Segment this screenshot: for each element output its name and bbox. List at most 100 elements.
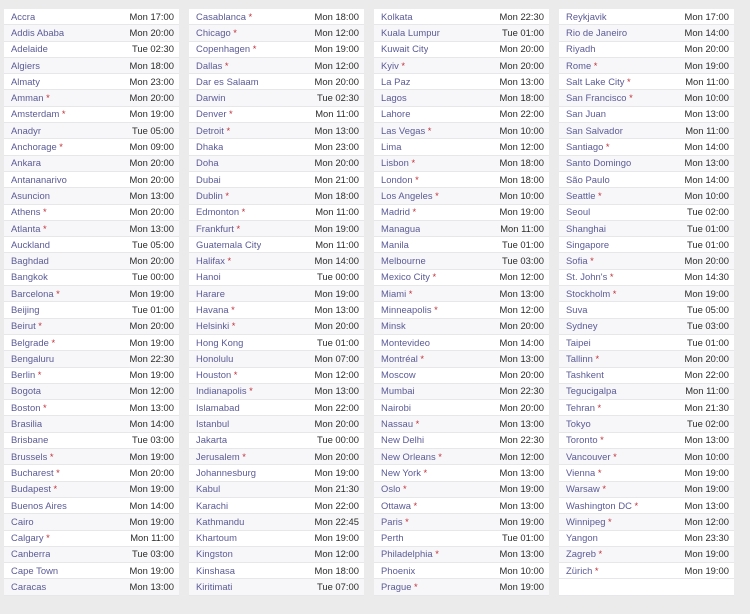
table-row[interactable]: Yangon Mon 23:30 — [559, 530, 734, 547]
table-row[interactable]: Las Vegas * Mon 10:00 — [374, 123, 549, 140]
city-link[interactable]: Budapest — [11, 482, 51, 497]
city-link[interactable]: Kyiv — [381, 58, 399, 73]
table-row[interactable]: Beirut * Mon 20:00 — [4, 318, 179, 335]
table-row[interactable]: New Delhi Mon 22:30 — [374, 432, 549, 450]
city-link[interactable]: Belgrade — [11, 335, 49, 350]
city-link[interactable]: Brasilia — [11, 416, 42, 431]
table-row[interactable]: Sofia * Mon 20:00 — [559, 253, 734, 270]
city-link[interactable]: Jakarta — [196, 433, 227, 448]
table-row[interactable]: Guatemala City Mon 11:00 — [189, 237, 364, 254]
city-link[interactable]: Philadelphia — [381, 547, 433, 562]
table-row[interactable]: Manila Tue 01:00 — [374, 237, 549, 254]
table-row[interactable]: Harare Mon 19:00 — [189, 286, 364, 303]
city-link[interactable]: Amman — [11, 90, 44, 105]
table-row[interactable]: Karachi Mon 22:00 — [189, 497, 364, 515]
city-link[interactable]: Lima — [381, 139, 402, 154]
city-link[interactable]: Warsaw — [566, 482, 600, 497]
city-link[interactable]: Cape Town — [11, 563, 58, 578]
table-row[interactable]: Kingston Mon 12:00 — [189, 546, 364, 564]
table-row[interactable]: San Juan Mon 13:00 — [559, 106, 734, 124]
city-link[interactable]: Lisbon — [381, 156, 409, 171]
table-row[interactable]: Lisbon * Mon 18:00 — [374, 155, 549, 172]
table-row[interactable]: Miami * Mon 13:00 — [374, 286, 549, 303]
city-link[interactable]: Honolulu — [196, 351, 233, 366]
city-link[interactable]: Shanghai — [566, 221, 606, 236]
city-link[interactable]: Tallinn — [566, 351, 593, 366]
table-row[interactable]: Kabul Mon 21:30 — [189, 481, 364, 498]
city-link[interactable]: Asuncion — [11, 188, 50, 203]
city-link[interactable]: Stockholm — [566, 286, 610, 301]
city-link[interactable]: Canberra — [11, 547, 50, 562]
city-link[interactable]: Kingston — [196, 547, 233, 562]
table-row[interactable]: Santiago * Mon 14:00 — [559, 139, 734, 156]
city-link[interactable]: Yangon — [566, 531, 598, 546]
city-link[interactable]: Dallas — [196, 58, 222, 73]
city-link[interactable]: Darwin — [196, 90, 225, 105]
city-link[interactable]: Washington DC — [566, 498, 632, 513]
city-link[interactable]: Montevideo — [381, 335, 430, 350]
city-link[interactable]: Managua — [381, 221, 420, 236]
city-link[interactable]: New York — [381, 465, 421, 480]
city-link[interactable]: Toronto — [566, 433, 598, 448]
table-row[interactable]: Detroit * Mon 13:00 — [189, 123, 364, 140]
city-link[interactable]: Zagreb — [566, 547, 596, 562]
city-link[interactable]: Beijing — [11, 302, 40, 317]
table-row[interactable]: Kyiv * Mon 20:00 — [374, 57, 549, 75]
table-row[interactable]: Reykjavik Mon 17:00 — [559, 9, 734, 26]
table-row[interactable]: Kuala Lumpur Tue 01:00 — [374, 25, 549, 42]
table-row[interactable]: Kiritimati Tue 07:00 — [189, 579, 364, 596]
city-link[interactable]: Doha — [196, 156, 219, 171]
city-link[interactable]: Taipei — [566, 335, 591, 350]
table-row[interactable]: Lagos Mon 18:00 — [374, 90, 549, 107]
table-row[interactable]: Caracas Mon 13:00 — [4, 579, 179, 596]
city-link[interactable]: Kabul — [196, 482, 220, 497]
city-link[interactable]: Mexico City — [381, 270, 430, 285]
city-link[interactable]: Accra — [11, 9, 35, 24]
table-row[interactable]: Moscow Mon 20:00 — [374, 367, 549, 384]
table-row[interactable]: Atlanta * Mon 13:00 — [4, 220, 179, 238]
table-row[interactable]: Jerusalem * Mon 20:00 — [189, 449, 364, 466]
city-link[interactable]: La Paz — [381, 74, 411, 89]
city-link[interactable]: Nairobi — [381, 400, 411, 415]
city-link[interactable]: Seattle — [566, 188, 596, 203]
city-link[interactable]: Auckland — [11, 237, 50, 252]
table-row[interactable]: Toronto * Mon 13:00 — [559, 432, 734, 450]
table-row[interactable]: Washington DC * Mon 13:00 — [559, 497, 734, 515]
table-row[interactable]: Honolulu Mon 07:00 — [189, 351, 364, 368]
city-link[interactable]: Caracas — [11, 579, 46, 594]
city-link[interactable]: Prague — [381, 579, 412, 594]
city-link[interactable]: Antananarivo — [11, 172, 67, 187]
city-link[interactable]: Guatemala City — [196, 237, 261, 252]
table-row[interactable]: Suva Tue 05:00 — [559, 302, 734, 319]
table-row[interactable]: Chicago * Mon 12:00 — [189, 25, 364, 42]
table-row[interactable]: Johannesburg Mon 19:00 — [189, 465, 364, 482]
table-row[interactable]: Canberra Tue 03:00 — [4, 546, 179, 564]
table-row[interactable]: Tallinn * Mon 20:00 — [559, 351, 734, 368]
table-row[interactable]: Algiers Mon 18:00 — [4, 57, 179, 75]
city-link[interactable]: Tokyo — [566, 416, 591, 431]
table-row[interactable]: Edmonton * Mon 11:00 — [189, 204, 364, 221]
table-row[interactable]: Shanghai Tue 01:00 — [559, 220, 734, 238]
table-row[interactable]: Stockholm * Mon 19:00 — [559, 286, 734, 303]
table-row[interactable]: Houston * Mon 12:00 — [189, 367, 364, 384]
table-row[interactable]: La Paz Mon 13:00 — [374, 74, 549, 91]
city-link[interactable]: Ottawa — [381, 498, 411, 513]
city-link[interactable]: Phoenix — [381, 563, 415, 578]
table-row[interactable]: Belgrade * Mon 19:00 — [4, 334, 179, 352]
city-link[interactable]: San Francisco — [566, 90, 627, 105]
table-row[interactable]: Doha Mon 20:00 — [189, 155, 364, 172]
table-row[interactable]: Los Angeles * Mon 10:00 — [374, 188, 549, 205]
table-row[interactable]: Kathmandu Mon 22:45 — [189, 514, 364, 531]
table-row[interactable]: Lahore Mon 22:00 — [374, 106, 549, 124]
city-link[interactable]: Boston — [11, 400, 41, 415]
city-link[interactable]: Denver — [196, 107, 227, 122]
table-row[interactable]: Ankara Mon 20:00 — [4, 155, 179, 172]
table-row[interactable]: São Paulo Mon 14:00 — [559, 171, 734, 189]
city-link[interactable]: Tegucigalpa — [566, 384, 617, 399]
city-link[interactable]: London — [381, 172, 413, 187]
table-row[interactable]: Accra Mon 17:00 — [4, 9, 179, 26]
table-row[interactable]: Sydney Tue 03:00 — [559, 318, 734, 335]
city-link[interactable]: Salt Lake City — [566, 74, 625, 89]
city-link[interactable]: Dar es Salaam — [196, 74, 259, 89]
city-link[interactable]: Edmonton — [196, 205, 239, 220]
